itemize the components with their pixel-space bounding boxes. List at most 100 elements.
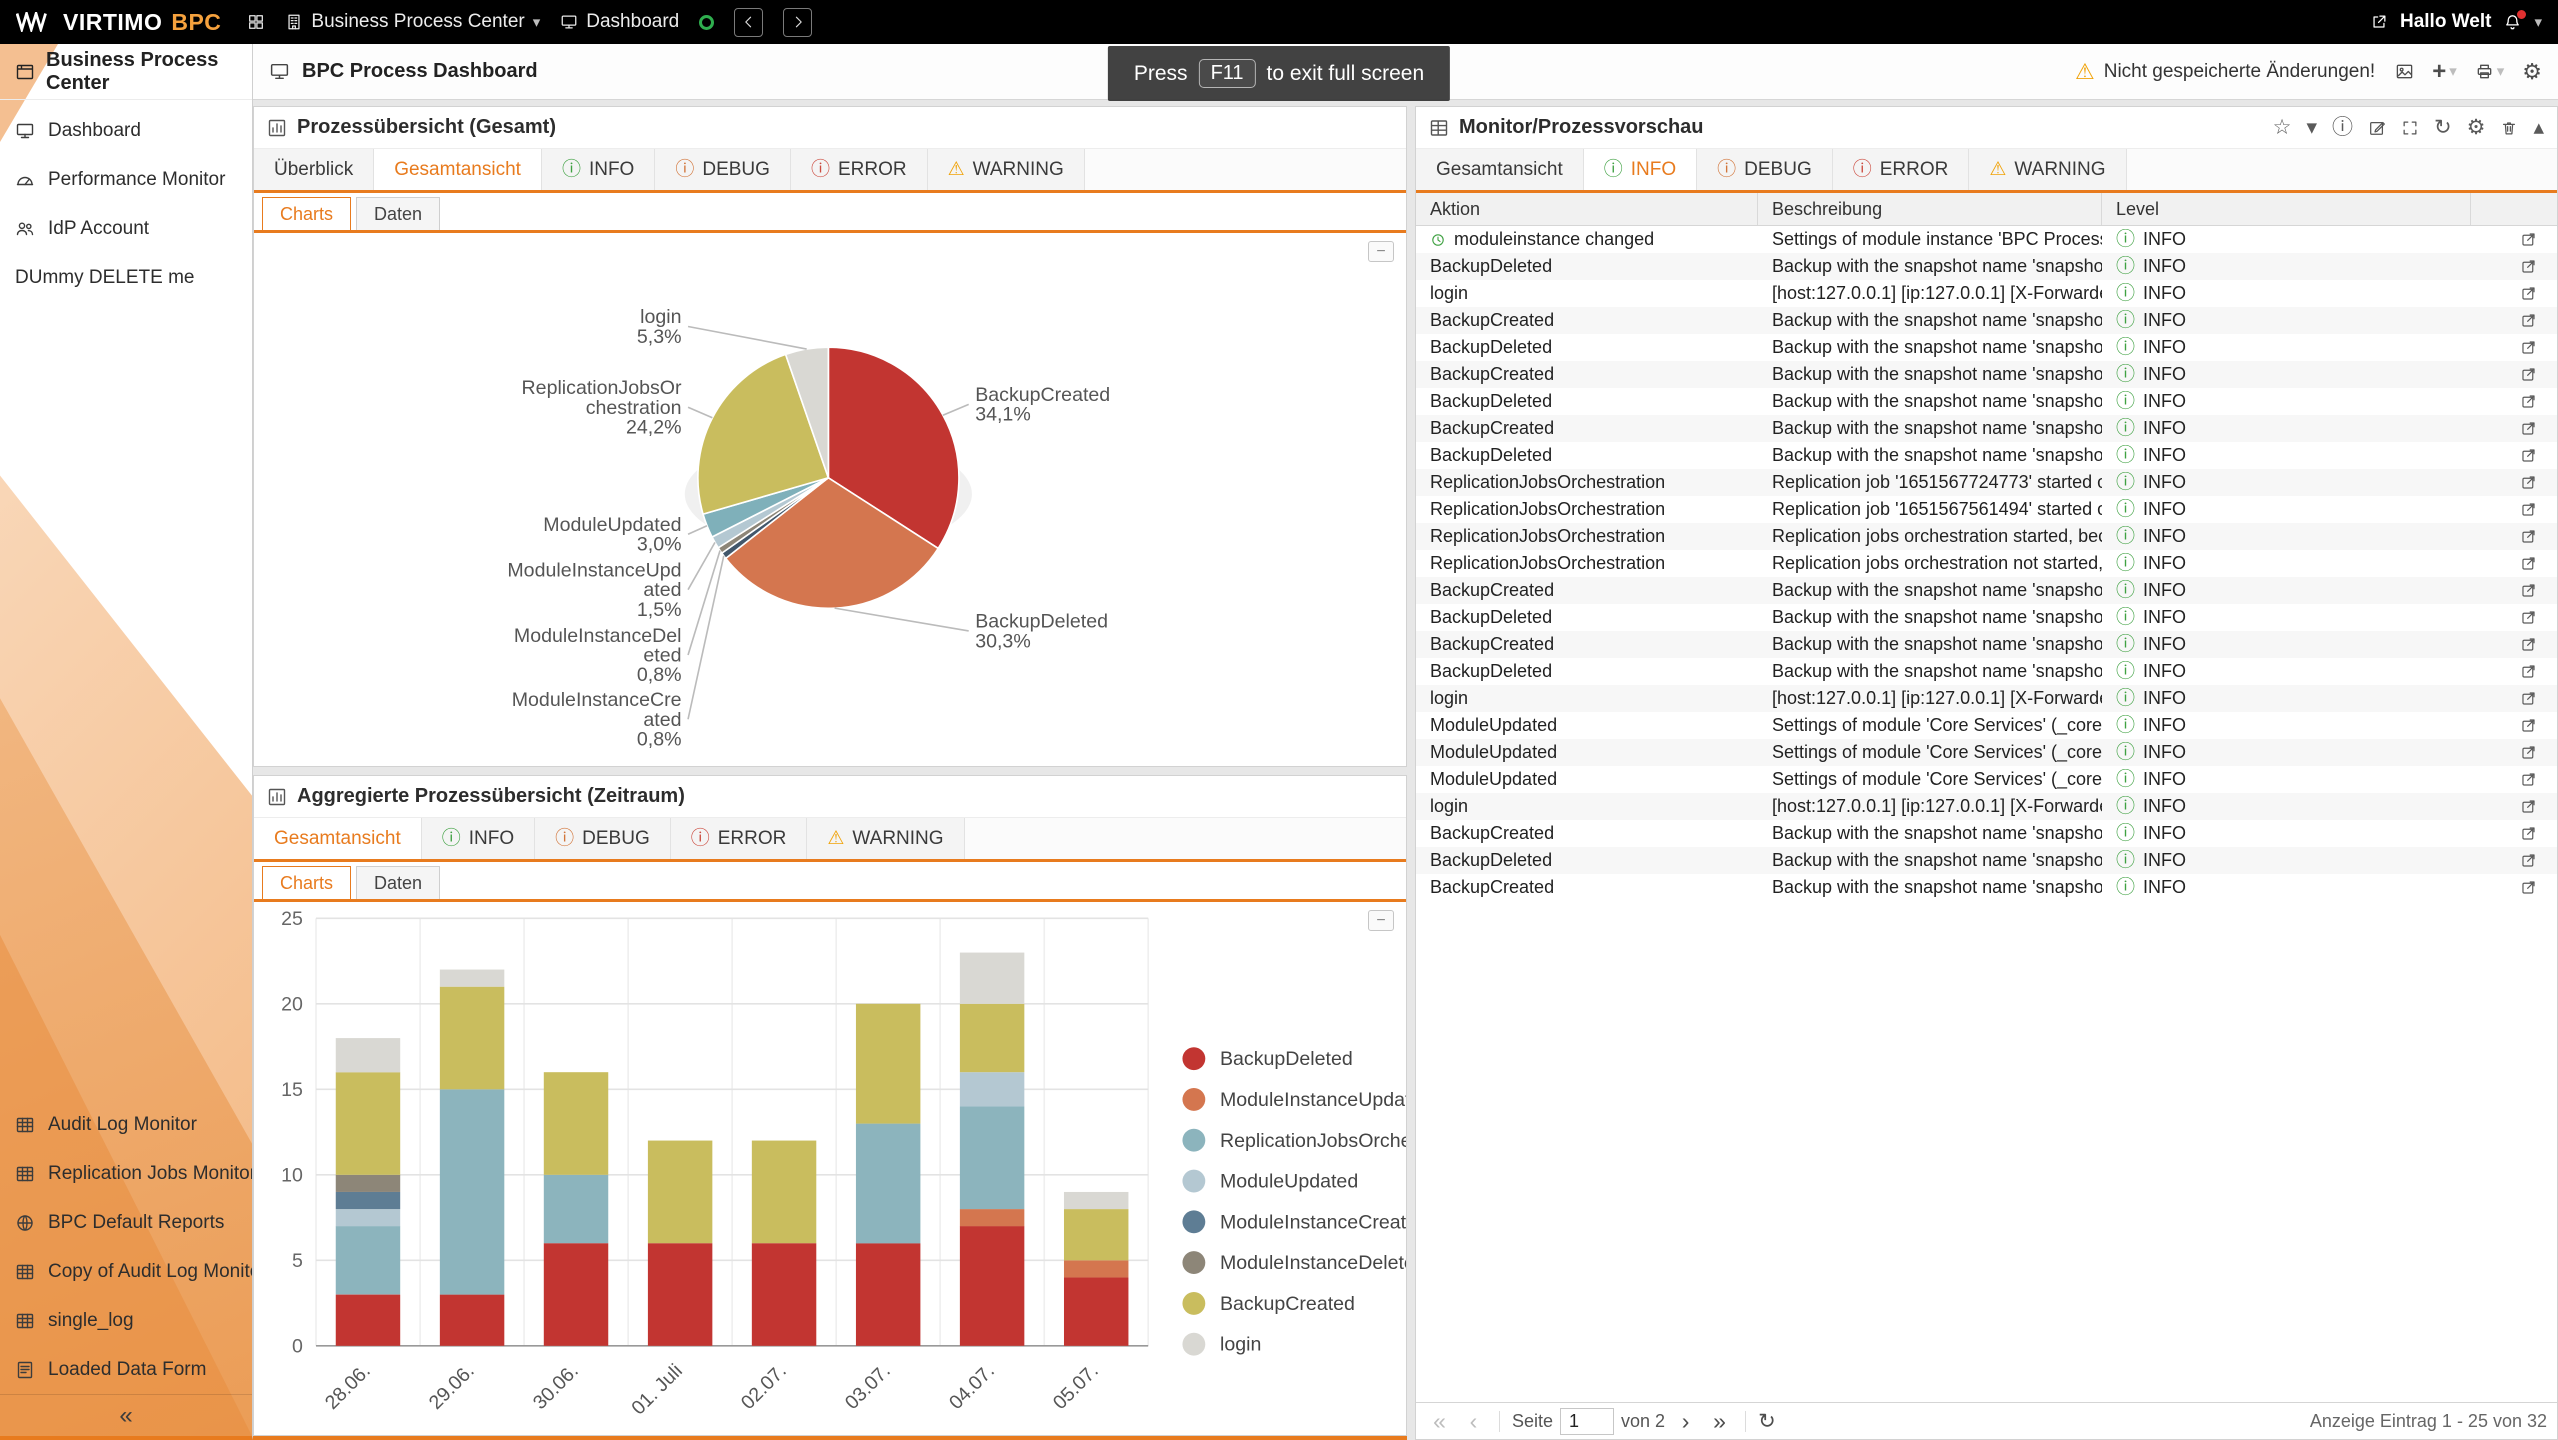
sidebar-item-performance-monitor[interactable]: Performance Monitor [0, 155, 252, 204]
row-open-button[interactable] [2471, 609, 2557, 626]
row-open-button[interactable] [2471, 474, 2557, 491]
next-page-button[interactable]: › [1672, 1408, 1699, 1435]
column-header-aktion[interactable]: Aktion [1416, 193, 1758, 225]
sidebar-item-copy-of-audit-log-monitor[interactable]: Copy of Audit Log Monitor [0, 1247, 252, 1296]
row-open-button[interactable] [2471, 852, 2557, 869]
settings-button[interactable]: ⚙ [2522, 61, 2542, 83]
table-row[interactable]: BackupCreated Backup with the snapshot n… [1416, 874, 2557, 901]
table-row[interactable]: BackupDeleted Backup with the snapshot n… [1416, 604, 2557, 631]
back-button[interactable] [734, 8, 763, 37]
row-open-button[interactable] [2471, 285, 2557, 302]
tab-warning[interactable]: ⚠WARNING [928, 149, 1085, 190]
row-open-button[interactable] [2471, 717, 2557, 734]
sidebar-item-idp-account[interactable]: IdP Account [0, 204, 252, 253]
sidebar-collapse-button[interactable]: « [0, 1394, 252, 1436]
subtab-daten[interactable]: Daten [356, 197, 440, 230]
table-row[interactable]: BackupDeleted Backup with the snapshot n… [1416, 658, 2557, 685]
table-row[interactable]: ReplicationJobsOrchestration Replication… [1416, 496, 2557, 523]
table-row[interactable]: ModuleUpdated Settings of module 'Core S… [1416, 739, 2557, 766]
table-row[interactable]: BackupCreated Backup with the snapshot n… [1416, 361, 2557, 388]
topbar-apps[interactable] [247, 13, 265, 31]
sidebar-item-dummy-delete-me[interactable]: DUmmy DELETE me [0, 253, 252, 302]
chart-minimize-button[interactable]: − [1368, 910, 1394, 931]
subtab-charts[interactable]: Charts [262, 866, 351, 899]
tab-info[interactable]: ⓘINFO [422, 818, 535, 859]
expand-button[interactable] [2401, 119, 2419, 137]
tab-error[interactable]: ⓘERROR [1833, 149, 1970, 190]
table-row[interactable]: ModuleUpdated Settings of module 'Core S… [1416, 712, 2557, 739]
table-row[interactable]: ReplicationJobsOrchestration Replication… [1416, 523, 2557, 550]
horizontal-splitter[interactable] [253, 767, 1407, 775]
chart-minimize-button[interactable]: − [1368, 241, 1394, 262]
sidebar-item-bpc-default-reports[interactable]: BPC Default Reports [0, 1198, 252, 1247]
table-row[interactable]: BackupDeleted Backup with the snapshot n… [1416, 253, 2557, 280]
table-row[interactable]: BackupCreated Backup with the snapshot n… [1416, 415, 2557, 442]
tab-debug[interactable]: ⓘDEBUG [1697, 149, 1833, 190]
topbar-dashboard[interactable]: Dashboard [560, 11, 679, 33]
vertical-splitter[interactable] [1407, 106, 1415, 1440]
tab-warning[interactable]: ⚠WARNING [807, 818, 964, 859]
row-open-button[interactable] [2471, 663, 2557, 680]
prev-page-button[interactable]: ‹ [1460, 1408, 1487, 1435]
row-open-button[interactable] [2471, 528, 2557, 545]
row-open-button[interactable] [2471, 771, 2557, 788]
last-page-button[interactable]: » [1706, 1408, 1733, 1435]
table-row[interactable]: BackupCreated Backup with the snapshot n… [1416, 307, 2557, 334]
row-open-button[interactable] [2471, 879, 2557, 896]
caret-down-button[interactable]: ▾ [2306, 117, 2317, 138]
column-header-level[interactable]: Level [2102, 193, 2471, 225]
row-open-button[interactable] [2471, 366, 2557, 383]
table-row[interactable]: ReplicationJobsOrchestration Replication… [1416, 469, 2557, 496]
table-row[interactable]: BackupDeleted Backup with the snapshot n… [1416, 442, 2557, 469]
row-open-button[interactable] [2471, 312, 2557, 329]
tab-überblick[interactable]: Überblick [254, 149, 374, 190]
brand[interactable]: VIRTIMO BPC [16, 9, 221, 36]
tab-gesamtansicht[interactable]: Gesamtansicht [374, 149, 542, 190]
print-button[interactable]: ▾ [2475, 62, 2505, 81]
column-header-beschreibung[interactable]: Beschreibung [1758, 193, 2102, 225]
row-open-button[interactable] [2471, 447, 2557, 464]
edit-button[interactable] [2368, 119, 2386, 137]
tab-info[interactable]: ⓘINFO [542, 149, 655, 190]
table-row[interactable]: login [host:127.0.0.1] [ip:127.0.0.1] [X… [1416, 280, 2557, 307]
table-row[interactable]: BackupCreated Backup with the snapshot n… [1416, 577, 2557, 604]
subtab-charts[interactable]: Charts [262, 197, 351, 230]
row-open-button[interactable] [2471, 555, 2557, 572]
notifications-button[interactable] [2503, 13, 2522, 32]
caret-down-icon[interactable]: ▾ [2534, 15, 2542, 30]
gear-button[interactable]: ⚙ [2467, 117, 2486, 138]
row-open-button[interactable] [2471, 339, 2557, 356]
tab-error[interactable]: ⓘERROR [791, 149, 928, 190]
forward-button[interactable] [783, 8, 812, 37]
sidebar-item-replication-jobs-monitor[interactable]: Replication Jobs Monitor [0, 1149, 252, 1198]
image-button[interactable] [2395, 62, 2414, 81]
tab-debug[interactable]: ⓘDEBUG [535, 818, 671, 859]
table-row[interactable]: BackupCreated Backup with the snapshot n… [1416, 820, 2557, 847]
row-open-button[interactable] [2471, 798, 2557, 815]
row-open-button[interactable] [2471, 582, 2557, 599]
topbar-business-process-center[interactable]: Business Process Center▾ [285, 11, 540, 33]
tab-debug[interactable]: ⓘDEBUG [655, 149, 791, 190]
trash-button[interactable] [2500, 119, 2518, 137]
row-open-button[interactable] [2471, 636, 2557, 653]
table-row[interactable]: ReplicationJobsOrchestration Replication… [1416, 550, 2557, 577]
row-open-button[interactable] [2471, 825, 2557, 842]
tab-warning[interactable]: ⚠WARNING [1969, 149, 2126, 190]
first-page-button[interactable]: « [1426, 1408, 1453, 1435]
table-row[interactable]: BackupDeleted Backup with the snapshot n… [1416, 334, 2557, 361]
table-row[interactable]: moduleinstance changed Settings of modul… [1416, 226, 2557, 253]
row-open-button[interactable] [2471, 744, 2557, 761]
tab-gesamtansicht[interactable]: Gesamtansicht [1416, 149, 1584, 190]
refresh-icon[interactable]: ↻ [1758, 1409, 1776, 1434]
table-row[interactable]: login [host:127.0.0.1] [ip:127.0.0.1] [X… [1416, 685, 2557, 712]
sidebar-item-dashboard[interactable]: Dashboard [0, 106, 252, 155]
row-open-button[interactable] [2471, 690, 2557, 707]
row-open-button[interactable] [2471, 501, 2557, 518]
tab-error[interactable]: ⓘERROR [671, 818, 808, 859]
table-row[interactable]: login [host:127.0.0.1] [ip:127.0.0.1] [X… [1416, 793, 2557, 820]
refresh-button[interactable]: ↻ [2434, 117, 2452, 138]
user-name[interactable]: Hallo Welt [2400, 11, 2492, 33]
sidebar-item-loaded-data-form[interactable]: Loaded Data Form [0, 1345, 252, 1394]
row-open-button[interactable] [2471, 420, 2557, 437]
tab-info[interactable]: ⓘINFO [1584, 149, 1697, 190]
